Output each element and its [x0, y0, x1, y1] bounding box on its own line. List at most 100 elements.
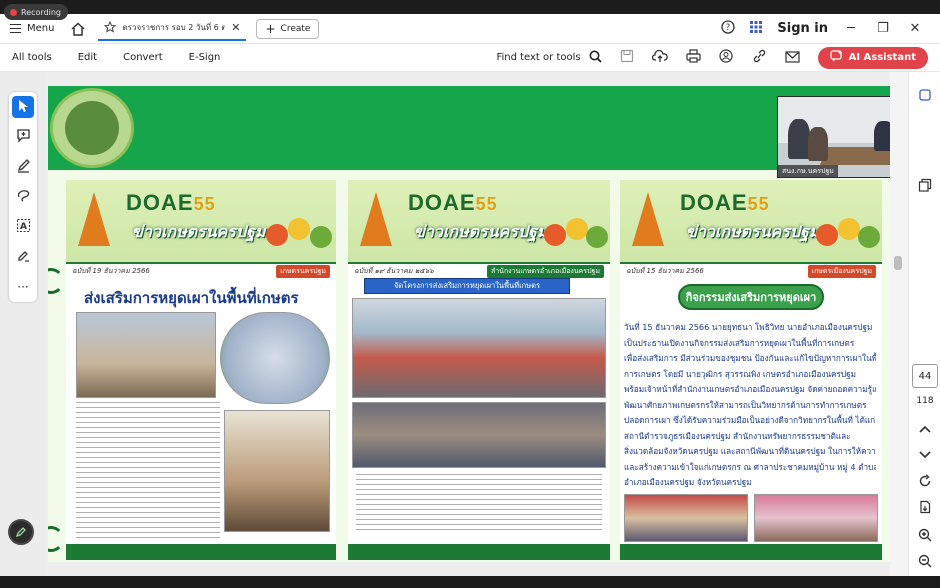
svg-text:A: A: [20, 222, 27, 232]
issue-date: ฉบับที่ 15 ธันวาคม 2566: [626, 266, 704, 275]
share-user-icon[interactable]: [718, 48, 734, 67]
scrollbar-thumb[interactable]: [894, 256, 902, 270]
more-tools-button[interactable]: ···: [12, 276, 34, 298]
video-person: [788, 119, 810, 159]
news-column-3: DOAE55 ข่าวเกษตรนครปฐม ฉบับที่ 15 ธันวาค…: [620, 180, 882, 560]
acrobat-window: Recording Menu ตรวจราชการ รอบ 2 วันที่ 6…: [0, 0, 940, 588]
pagoda-graphic: [78, 192, 110, 246]
vegetable-graphic: [266, 224, 288, 246]
vertical-scrollbar[interactable]: [890, 72, 908, 576]
pen-highlight-icon: [16, 158, 31, 177]
sign-in-link[interactable]: Sign in: [777, 21, 828, 36]
article-line: สิ่งแวดล้อมจังหวัดนครปฐม และสถานีพัฒนาที…: [624, 446, 876, 456]
star-icon[interactable]: [104, 20, 117, 35]
ai-summary-icon[interactable]: [916, 86, 934, 104]
vegetable-graphic: [566, 218, 588, 240]
masthead-banner: DOAE55 ข่าวเกษตรนครปฐม: [348, 180, 610, 262]
news-photo: [224, 410, 330, 532]
doae-seal-logo: [50, 88, 134, 168]
restore-icon[interactable]: ❐: [874, 21, 892, 36]
column-footer: [348, 544, 610, 560]
issue-info-bar: ฉบับที่ 19 ธันวาคม 2566 เกษตรนครปฐม: [66, 262, 336, 278]
brand-text: DOAE: [408, 190, 476, 215]
lasso-draw-icon: [16, 188, 31, 207]
total-pages: 118: [916, 396, 934, 406]
plus-icon: +: [265, 21, 276, 36]
ai-assistant-button[interactable]: AI Assistant: [817, 46, 928, 69]
save-icon[interactable]: [620, 48, 634, 67]
document-tab[interactable]: ตรวจราชการ รอบ 2 วันที่ 6 ตล... ✕: [98, 17, 247, 41]
menu-convert[interactable]: Convert: [123, 52, 163, 63]
article-line: เพื่อส่งเสริมการ มีส่วนร่วมของชุมชน ป้อง…: [624, 353, 876, 363]
article-paragraph: วันที่ 15 ธันวาคม 2566 นายยุทธนา โพธิวิท…: [624, 320, 876, 491]
select-tool-button[interactable]: [12, 96, 34, 118]
mail-icon[interactable]: [784, 48, 800, 67]
help-icon[interactable]: ?: [721, 19, 736, 38]
link-icon[interactable]: [752, 48, 767, 67]
document-download-icon[interactable]: [916, 498, 934, 516]
department-tag: สำนักงานเกษตรอำเภอเมืองนครปฐม: [486, 264, 604, 278]
right-nav-bar: 44 118: [908, 72, 940, 576]
find-tools-search[interactable]: Find text or tools: [496, 50, 602, 66]
pencil-icon: [15, 523, 27, 542]
doae-logo: DOAE55: [680, 190, 770, 216]
sign-tool-button[interactable]: [12, 246, 34, 268]
refresh-rotate-icon[interactable]: [916, 472, 934, 490]
menu-button[interactable]: Menu: [10, 23, 54, 34]
department-tag: เกษตรเมืองนครปฐม: [807, 264, 876, 278]
upload-cloud-icon[interactable]: [651, 48, 668, 67]
column-footer: [620, 544, 882, 560]
article-line: และสร้างความเข้าใจแก่เกษตรกร ณ ศาลาประชา…: [624, 461, 876, 472]
copy-pages-icon[interactable]: [916, 176, 934, 194]
close-tab-icon[interactable]: ✕: [231, 21, 240, 34]
activity-title-pill: กิจกรรมส่งเสริมการหยุดเผา: [678, 284, 824, 310]
video-label: สนง.กษ.นครปฐม: [778, 165, 838, 177]
brand-text: DOAE: [126, 190, 194, 215]
menu-all-tools[interactable]: All tools: [12, 52, 52, 63]
masthead-banner: DOAE55 ข่าวเกษตรนครปฐม: [66, 180, 336, 262]
record-dot-icon: [10, 8, 17, 16]
menu-edit[interactable]: Edit: [78, 52, 97, 63]
zoom-in-icon[interactable]: [916, 526, 934, 544]
left-tool-panel: A ···: [0, 72, 46, 576]
article-line: เป็นประธานเปิดงานกิจกรรมส่งเสริมการหยุดเ…: [624, 337, 855, 348]
video-person: [808, 127, 828, 161]
article-line: ปลอดการเผา ซึ่งได้รับความร่วมมือเป็นอย่า…: [624, 415, 876, 425]
current-page-input[interactable]: 44: [912, 364, 938, 388]
toolbar: All tools Edit Convert E-Sign Find text …: [0, 44, 940, 72]
article-line: อำเภอเมืองนครปฐม จังหวัดนครปฐม: [624, 477, 752, 487]
highlight-tool-button[interactable]: [12, 156, 34, 178]
find-label: Find text or tools: [496, 52, 581, 63]
text-box-icon: A: [16, 218, 31, 237]
sign-pen-icon: [16, 248, 31, 267]
zoom-out-icon[interactable]: [916, 552, 934, 570]
minimize-icon[interactable]: ─: [842, 21, 860, 36]
recording-indicator: Recording: [4, 4, 69, 20]
close-window-icon[interactable]: ✕: [906, 21, 924, 36]
ai-sparkle-icon: [829, 50, 843, 65]
home-icon[interactable]: [70, 21, 86, 37]
cursor-arrow-icon: [17, 98, 29, 117]
news-photo: [352, 402, 606, 468]
article-line: พร้อมเจ้าหน้าที่สำนักงานเกษตรอำเภอเมืองน…: [624, 384, 876, 394]
create-button[interactable]: + Create: [256, 18, 320, 39]
comment-tool-button[interactable]: [12, 126, 34, 148]
article-text: [76, 402, 220, 540]
menu-e-sign[interactable]: E-Sign: [189, 52, 221, 63]
brand-text: DOAE: [680, 190, 748, 215]
text-tool-button[interactable]: A: [12, 216, 34, 238]
draw-fab-button[interactable]: [8, 519, 34, 545]
department-tag: เกษตรนครปฐม: [276, 264, 330, 278]
doae-logo: DOAE55: [126, 190, 216, 216]
draw-tool-button[interactable]: [12, 186, 34, 208]
chevron-down-icon[interactable]: [916, 446, 934, 464]
brand-years: 55: [475, 194, 498, 214]
pagoda-graphic: [360, 192, 392, 246]
quick-tools-rail: A ···: [9, 92, 37, 302]
apps-grid-icon[interactable]: [749, 19, 763, 38]
print-icon[interactable]: [685, 48, 701, 67]
masthead-title: ข่าวเกษตรนครปฐม: [132, 222, 266, 241]
masthead-title: ข่าวเกษตรนครปฐม: [414, 222, 548, 241]
chevron-up-icon[interactable]: [916, 420, 934, 438]
news-column-1: DOAE55 ข่าวเกษตรนครปฐม ฉบับที่ 19 ธันวาค…: [66, 180, 336, 560]
